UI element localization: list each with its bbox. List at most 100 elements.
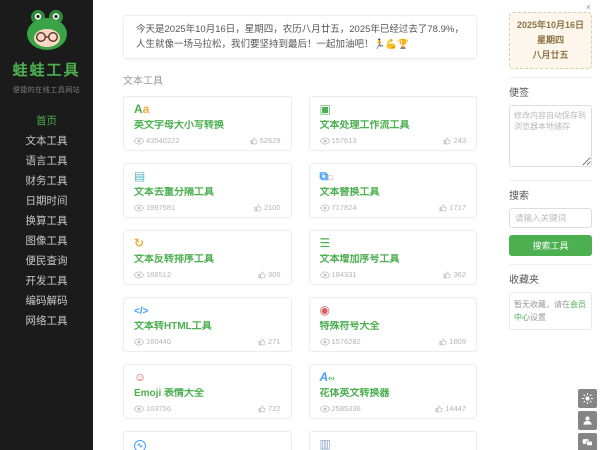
tool-likes: 14447 <box>445 404 466 414</box>
eye-icon <box>319 204 330 212</box>
tool-card[interactable]: Aa 英文字母大小写转换 43540222 52629 <box>123 96 292 152</box>
tool-title[interactable]: Emoji 表情大全 <box>134 388 281 399</box>
eye-icon <box>134 405 144 413</box>
divider <box>509 77 592 78</box>
tool-card[interactable]: </> 文本转HTML工具 160440 271 <box>123 297 292 353</box>
date-card-lunar: 八月廿五 <box>532 50 569 60</box>
replace-icon: ⧉□ <box>319 169 333 184</box>
theme-sun-icon[interactable] <box>578 389 597 408</box>
tool-likes: 722 <box>267 404 281 414</box>
sidebar-item-6[interactable]: 图像工具 <box>0 230 93 250</box>
sidebar-item-5[interactable]: 换算工具 <box>0 210 93 230</box>
tool-title[interactable]: 文本去重分隔工具 <box>134 187 281 198</box>
special-symbol-icon: ◉ <box>319 303 330 318</box>
thumb-up-icon <box>439 338 447 346</box>
tool-likes: 52629 <box>259 136 281 146</box>
thumb-up-icon <box>254 204 262 212</box>
tool-title[interactable]: 英文字母大小写转换 <box>134 120 281 131</box>
tool-title[interactable]: 文本增加序号工具 <box>320 254 467 265</box>
date-card-weekday: 星期四 <box>536 35 564 45</box>
thumb-up-icon <box>258 405 266 413</box>
tool-card[interactable]: ☰ 文本增加序号工具 184331 362 <box>308 230 477 286</box>
tool-card[interactable]: ∿字数统计工具10333112574 <box>123 431 292 450</box>
sidebar-item-7[interactable]: 便民查询 <box>0 250 93 270</box>
tool-likes: 243 <box>453 136 466 146</box>
sidebar-item-2[interactable]: 语言工具 <box>0 150 93 170</box>
search-tools-button[interactable]: 搜索工具 <box>509 235 592 256</box>
eye-icon <box>319 137 330 145</box>
tool-card[interactable]: ◉ 特殊符号大全 1576282 1809 <box>308 297 477 353</box>
favorites-empty-suffix: 设置 <box>530 313 546 322</box>
thumb-up-icon <box>258 338 266 346</box>
thumb-up-icon <box>435 405 443 413</box>
tool-title[interactable]: 特殊符号大全 <box>320 321 467 332</box>
word-count-icon: ∿ <box>134 438 281 450</box>
code-icon: </> <box>134 306 149 318</box>
tool-views: 160440 <box>146 337 172 347</box>
tool-stats: 157613 243 <box>319 136 466 146</box>
numbering-icon: ☰ <box>319 236 331 251</box>
favorites-label: 收藏夹 <box>509 275 539 286</box>
tool-card[interactable]: ▥内容重复率检测304428545 <box>308 431 477 450</box>
tool-card[interactable]: ☺ Emoji 表情大全 103756 722 <box>123 364 292 420</box>
workflow-icon: ▣ <box>319 102 331 117</box>
favorites-empty-box: 暂无收藏，请在会员中心设置 <box>509 292 592 330</box>
tools-grid: Aa 英文字母大小写转换 43540222 52629 ▣ 文本处理工作流工具 157613… <box>123 96 477 450</box>
eye-icon <box>134 338 144 346</box>
tool-views: 188512 <box>146 270 172 280</box>
sidebar-item-3[interactable]: 财务工具 <box>0 170 93 190</box>
tool-likes: 271 <box>267 337 281 347</box>
sidebar-item-4[interactable]: 日期时间 <box>0 190 93 210</box>
eye-icon <box>134 137 144 145</box>
tool-views: 184331 <box>331 270 357 280</box>
eye-icon <box>134 204 144 212</box>
tool-title[interactable]: 花体英文转换器 <box>320 388 467 399</box>
tool-card[interactable]: ↻ 文本反转排序工具 188512 306 <box>123 230 292 286</box>
eye-icon <box>319 338 330 346</box>
tool-title[interactable]: 文本反转排序工具 <box>134 254 281 265</box>
sidebar-item-0[interactable]: 首页 <box>0 110 93 130</box>
divider <box>509 180 592 181</box>
sidebar-menu: 首页 文本工具 语言工具 财务工具 日期时间 换算工具 图像工具 便民查询 开发工具 编码解码 网络… <box>0 110 93 330</box>
sidebar-item-1[interactable]: 文本工具 <box>0 130 93 150</box>
tool-title[interactable]: 文本转HTML工具 <box>134 321 281 332</box>
tool-card[interactable]: ▤ 文本去重分隔工具 1997581 2100 <box>123 163 292 219</box>
cursive-letter-icon: A∾ <box>319 370 335 385</box>
eye-icon <box>319 271 330 279</box>
reverse-sort-icon: ↻ <box>134 236 145 251</box>
tool-card[interactable]: ⧉□ 文本替换工具 717824 1717 <box>308 163 477 219</box>
tool-views: 1997581 <box>146 203 176 213</box>
floating-buttons <box>578 389 597 450</box>
thumb-up-icon <box>443 271 451 279</box>
notice-text: 今天是2025年10月16日，星期四，农历八月廿五，2025年已经过去了78.9… <box>136 24 464 51</box>
tool-views: 103756 <box>146 404 172 414</box>
notes-label: 便签 <box>509 88 529 99</box>
tool-card[interactable]: ▣ 文本处理工作流工具 157613 243 <box>308 96 477 152</box>
sidebar-item-10[interactable]: 网络工具 <box>0 310 93 330</box>
tool-views: 43540222 <box>146 136 180 146</box>
user-icon[interactable] <box>578 411 597 430</box>
tool-stats: 1997581 2100 <box>134 203 281 212</box>
sidebar-item-9[interactable]: 编码解码 <box>0 290 93 310</box>
tool-views: 2585336 <box>331 404 361 414</box>
frog-logo-icon <box>0 9 93 56</box>
dedupe-split-icon: ▤ <box>134 169 146 184</box>
tool-title[interactable]: 文本处理工作流工具 <box>320 120 467 131</box>
divider <box>509 264 592 265</box>
brand-name: 蛙蛙工具 <box>12 62 81 79</box>
search-label: 搜索 <box>509 191 529 202</box>
tool-card[interactable]: A∾ 花体英文转换器 2585336 14447 <box>308 364 477 420</box>
close-icon[interactable]: × <box>586 2 591 12</box>
duplicate-check-icon: ▥ <box>319 437 331 450</box>
notes-textarea[interactable] <box>509 105 592 167</box>
tool-views: 157613 <box>331 136 357 146</box>
search-input[interactable] <box>509 208 592 228</box>
tool-title[interactable]: 文本替换工具 <box>320 187 467 198</box>
sidebar-item-8[interactable]: 开发工具 <box>0 270 93 290</box>
feedback-chat-icon[interactable] <box>578 433 597 450</box>
eye-icon <box>319 405 330 413</box>
tool-stats: 43540222 52629 <box>134 136 281 145</box>
section-title: 文本工具 <box>123 76 163 88</box>
date-card: 2025年10月16日 星期四 八月廿五 <box>509 12 592 69</box>
letter-case-icon: Aa <box>134 102 150 117</box>
